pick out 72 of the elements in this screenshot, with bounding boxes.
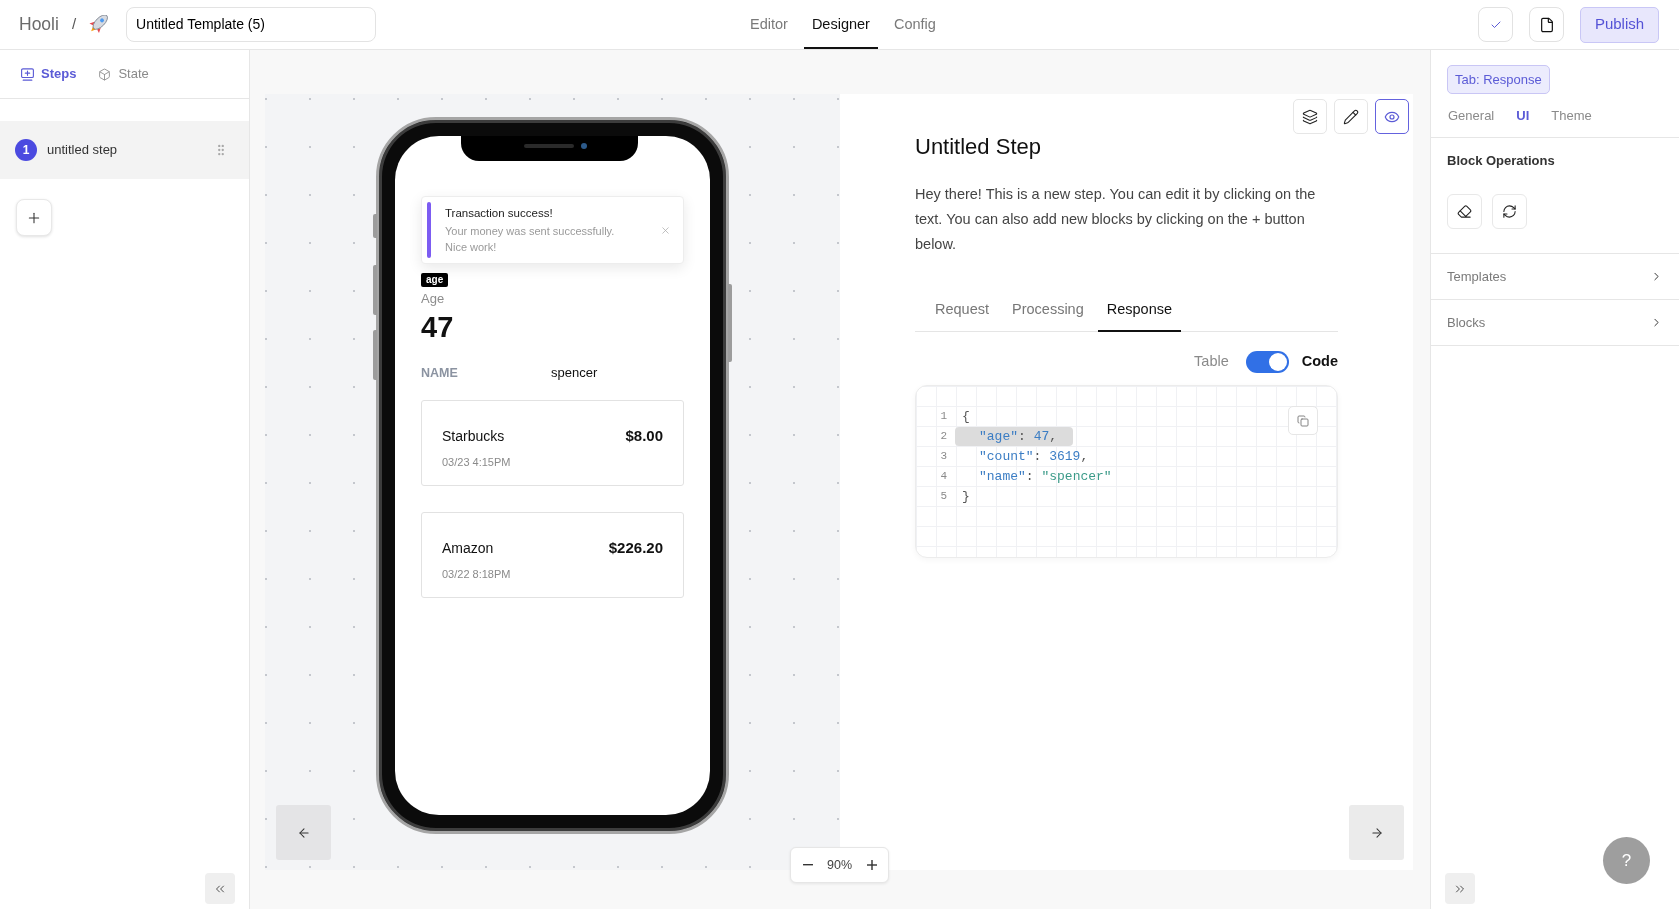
zoom-level: 90% xyxy=(827,856,852,874)
field-label: NAME xyxy=(421,364,459,382)
preview-button[interactable] xyxy=(1375,99,1409,134)
inspector-tab[interactable]: Theme xyxy=(1551,105,1592,126)
step-tab[interactable]: Response xyxy=(1097,290,1182,332)
step-item[interactable]: 1 untitled step xyxy=(0,121,249,179)
line-number: 4 xyxy=(939,468,947,484)
toast-message: Your money was sent successfully. Nice work! xyxy=(445,224,616,255)
context-tag: Tab: Response xyxy=(1447,65,1550,94)
step-label: untitled step xyxy=(47,141,118,160)
edit-button[interactable] xyxy=(1334,99,1368,134)
rocket-icon xyxy=(89,15,109,34)
refresh-icon xyxy=(1502,204,1517,219)
top-nav-tab[interactable]: Config xyxy=(885,0,944,49)
transaction-date: 03/23 4:15PM xyxy=(442,454,512,470)
stat-label: Age xyxy=(421,291,446,307)
toast-title: Transaction success! xyxy=(445,206,554,221)
check-button[interactable] xyxy=(1478,7,1513,42)
view-toggle-switch[interactable] xyxy=(1245,351,1289,373)
inspector-tab[interactable]: General xyxy=(1448,105,1495,126)
inspector-tab[interactable]: UI xyxy=(1516,105,1530,126)
collapsible-row[interactable]: Templates xyxy=(1431,254,1679,300)
transaction-amount: $8.00 xyxy=(625,426,663,446)
brand-name: Hooli xyxy=(19,13,59,37)
merchant-name: Amazon xyxy=(442,538,494,558)
template-name-field[interactable]: Untitled Template (5) xyxy=(126,7,377,42)
eraser-icon xyxy=(1457,204,1472,219)
toggle-label: Table xyxy=(1194,352,1229,372)
step-number: 1 xyxy=(15,139,37,161)
line-number: 3 xyxy=(939,448,947,464)
stat-value: 47 xyxy=(421,310,455,344)
code-line: "name": "spencer" xyxy=(978,467,1113,486)
transaction-amount: $226.20 xyxy=(608,538,663,558)
variable-tag: age xyxy=(421,273,449,287)
cube-icon xyxy=(98,67,112,81)
sidebar-tab[interactable]: State xyxy=(98,64,149,84)
step-title: Untitled Step xyxy=(915,133,1042,161)
layers-button[interactable] xyxy=(1293,99,1327,134)
line-number: 1 xyxy=(939,408,947,424)
step-description: Hey there! This is a new step. You can edit it by clicking on the text. You can also add new blocks by clicking on the + button below. xyxy=(915,185,1317,254)
breadcrumb-separator: / xyxy=(71,14,77,35)
zoom-in-button[interactable] xyxy=(865,858,878,872)
plus-icon xyxy=(866,860,877,870)
merchant-name: Starbucks xyxy=(442,426,505,446)
section-title: Block Operations xyxy=(1447,152,1556,170)
row-label: Templates xyxy=(1447,267,1507,286)
screen-plus-icon xyxy=(21,67,34,81)
help-button[interactable]: ? xyxy=(1603,837,1650,884)
code-line: } xyxy=(961,487,971,506)
file-button[interactable] xyxy=(1529,7,1564,42)
step-tab[interactable]: Processing xyxy=(1003,290,1093,332)
code-line: { xyxy=(961,407,971,426)
code-line: "count": 3619, xyxy=(978,447,1090,466)
copy-icon xyxy=(1297,414,1309,427)
field-value: spencer xyxy=(551,364,598,383)
row-label: Blocks xyxy=(1447,313,1486,332)
step-tab[interactable]: Request xyxy=(926,290,998,332)
top-nav-tab[interactable]: Editor xyxy=(742,0,796,49)
publish-button[interactable]: Publish xyxy=(1580,6,1659,43)
line-number: 2 xyxy=(939,428,947,444)
toggle-label: Code xyxy=(1301,352,1338,372)
layers-icon xyxy=(1302,108,1318,125)
transaction-date: 03/22 8:18PM xyxy=(442,566,512,582)
collapsible-row[interactable]: Blocks xyxy=(1431,300,1679,346)
erase-button[interactable] xyxy=(1447,194,1482,229)
pencil-icon xyxy=(1343,108,1359,125)
add-step-button[interactable] xyxy=(16,199,52,236)
file-icon xyxy=(1538,16,1555,33)
sidebar-tab[interactable]: Steps xyxy=(21,64,77,84)
refresh-button[interactable] xyxy=(1492,194,1527,229)
minus-icon xyxy=(802,864,813,866)
line-number: 5 xyxy=(939,488,947,504)
